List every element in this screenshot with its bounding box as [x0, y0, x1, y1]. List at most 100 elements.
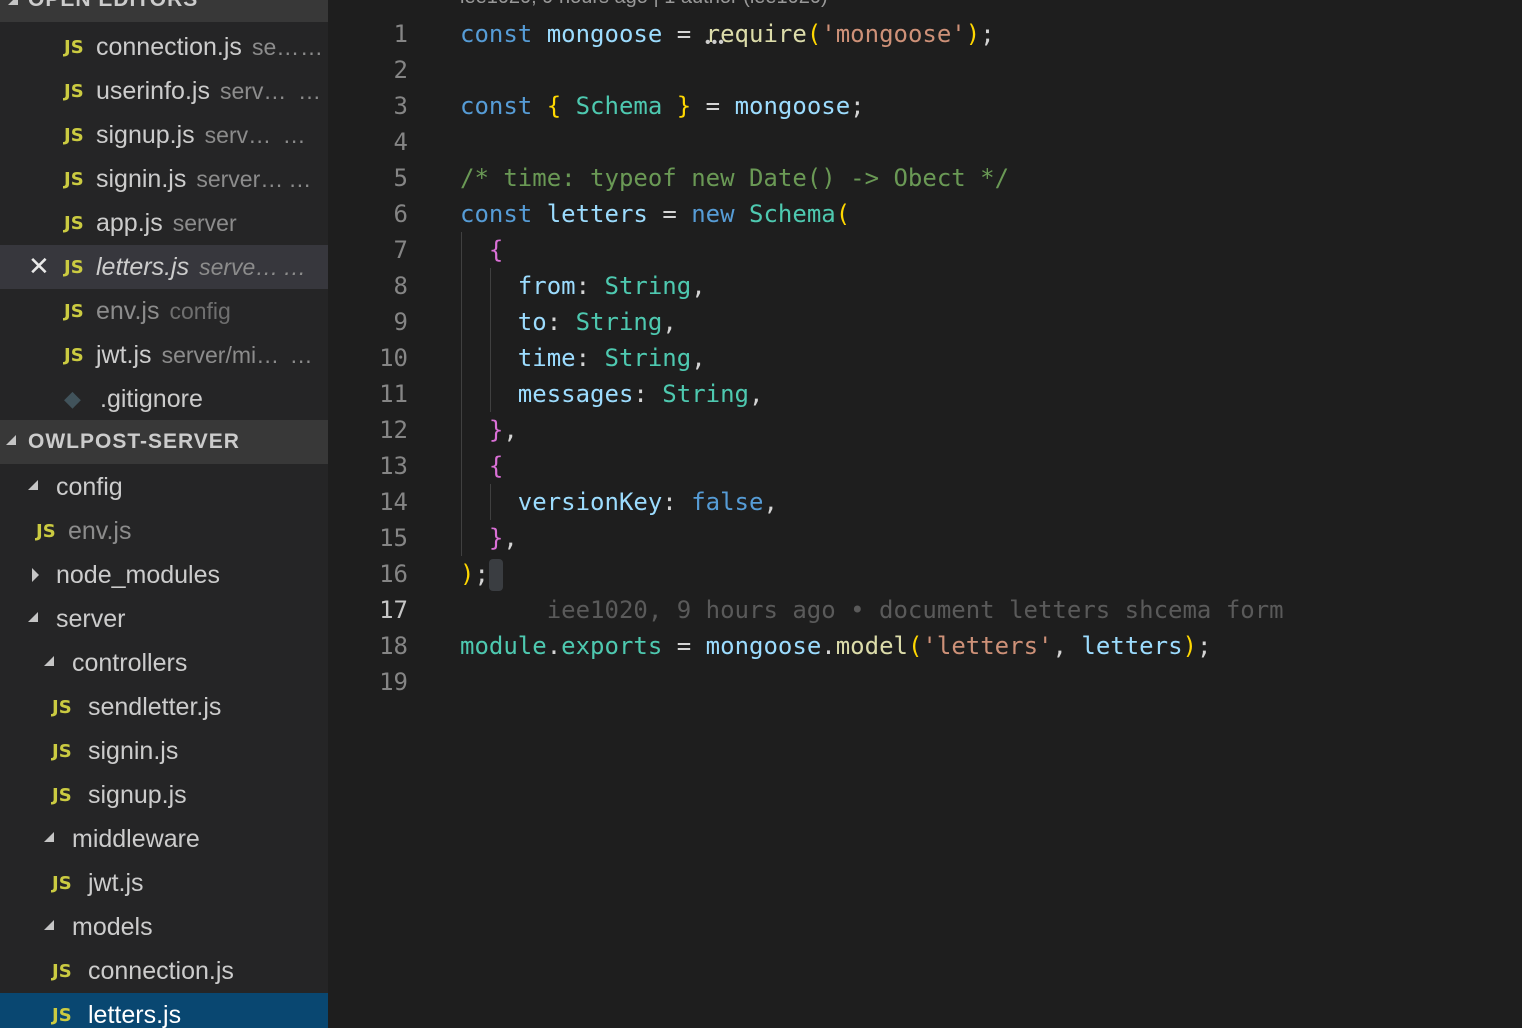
code-line-15[interactable]: }, — [460, 520, 518, 556]
line-number: 19 — [379, 668, 408, 696]
token: String — [604, 344, 692, 372]
token: time — [517, 344, 576, 372]
line-number: 16 — [379, 560, 408, 588]
file-signup[interactable]: JS signup.js — [0, 773, 328, 817]
folder-server[interactable]: server — [0, 597, 328, 641]
open-editor-signup[interactable]: JS signup.js server/controllers… — [0, 113, 328, 157]
js-file-icon: JS — [64, 168, 84, 190]
file-sendletter[interactable]: JS sendletter.js — [0, 685, 328, 729]
code-line-12[interactable]: }, — [460, 412, 518, 448]
open-editor-name: signup.js — [96, 120, 195, 149]
token: ; — [980, 20, 995, 48]
open-editor-desc: server/controllers — [204, 121, 283, 148]
js-file-icon: JS — [52, 960, 72, 982]
token: letters — [546, 200, 648, 228]
token: String — [604, 272, 692, 300]
expanded-folder-icon — [42, 830, 56, 844]
folder-config[interactable]: config — [0, 465, 328, 509]
open-editor-name: letters.js — [96, 252, 190, 281]
open-editor-letters[interactable]: ✕ JS letters.js server/models… — [0, 245, 328, 289]
close-icon[interactable]: ✕ — [28, 252, 50, 282]
open-editor-jwt[interactable]: JS jwt.js server/middleware… — [0, 333, 328, 377]
code-line-18[interactable]: module.exports = mongoose.model('letters… — [460, 628, 1211, 664]
open-editors-label: OPEN EDITORS — [28, 0, 198, 12]
token: , — [749, 380, 764, 408]
open-editor-connection[interactable]: JS connection.js server/models… — [0, 25, 328, 69]
folder-node-modules[interactable]: node_modules — [0, 553, 328, 597]
token: = — [676, 632, 692, 660]
code-line-1[interactable]: const mongoose = require('mongoose'); — [460, 16, 995, 52]
open-editors-header[interactable]: OPEN EDITORS — [0, 0, 328, 22]
folder-middleware[interactable]: middleware — [0, 817, 328, 861]
js-file-icon: JS — [64, 256, 84, 278]
token: ( — [835, 200, 851, 228]
file-connection[interactable]: JS connection.js — [0, 949, 328, 993]
code-line-6[interactable]: const letters = new Schema( — [460, 196, 850, 232]
file-name: letters.js — [88, 1000, 182, 1028]
open-editor-gitignore[interactable]: ◆ .gitignore — [0, 377, 328, 421]
open-editor-desc: server/controllers — [219, 77, 298, 104]
code-editor[interactable]: iee1020, 9 hours ago | 1 author (iee1020… — [328, 0, 1522, 1028]
token: const — [460, 92, 533, 120]
expanded-folder-icon — [42, 654, 56, 668]
open-editor-name: connection.js — [96, 32, 242, 61]
folder-name: models — [72, 912, 153, 941]
file-jwt[interactable]: JS jwt.js — [0, 861, 328, 905]
code-line-17[interactable]: iee1020, 9 hours ago • document letters … — [460, 592, 1284, 628]
line-number: 6 — [393, 200, 408, 228]
token: , — [763, 488, 778, 516]
expanded-folder-icon — [26, 610, 40, 624]
open-editor-signin[interactable]: JS signin.js server/controllers… — [0, 157, 328, 201]
code-line-9[interactable]: to: String, — [460, 304, 677, 340]
token: 'mongoose' — [821, 20, 966, 48]
token: : — [575, 272, 591, 300]
line-number: 1 — [393, 20, 408, 48]
hint-dots-icon[interactable]: ••• — [705, 34, 725, 52]
js-file-icon: JS — [64, 36, 84, 58]
token: : — [575, 344, 591, 372]
open-editor-userinfo[interactable]: JS userinfo.js server/controllers… — [0, 69, 328, 113]
code-line-7[interactable]: { — [460, 232, 503, 268]
code-line-10[interactable]: time: String, — [460, 340, 706, 376]
line-number: 9 — [393, 308, 408, 336]
code-line-11[interactable]: messages: String, — [460, 376, 764, 412]
folder-name: config — [56, 472, 123, 501]
folder-models[interactable]: models — [0, 905, 328, 949]
code-line-13[interactable]: { — [460, 448, 503, 484]
line-number: 12 — [379, 416, 408, 444]
token: { — [488, 452, 504, 480]
file-env[interactable]: JS env.js — [0, 509, 328, 553]
text-cursor — [488, 559, 503, 591]
token: , — [691, 344, 706, 372]
file-signin[interactable]: JS signin.js — [0, 729, 328, 773]
token: ) — [965, 20, 981, 48]
collapsed-folder-icon — [28, 568, 42, 582]
code-line-14[interactable]: versionKey: false, — [460, 484, 778, 520]
token: } — [676, 92, 692, 120]
token: ; — [1196, 632, 1212, 660]
comment: /* time: typeof new Date() -> Obect */ — [460, 164, 1010, 192]
token: to — [517, 308, 547, 336]
code-line-16[interactable]: ); — [460, 556, 503, 592]
code-line-3[interactable]: const { Schema } = mongoose; — [460, 88, 865, 124]
code-line-5[interactable]: /* time: typeof new Date() -> Obect */ — [460, 160, 1009, 196]
js-file-icon: JS — [64, 80, 84, 102]
open-editor-env[interactable]: JS env.js config — [0, 289, 328, 333]
token: String — [575, 308, 663, 336]
token: : — [633, 380, 648, 408]
token: } — [488, 524, 504, 552]
file-name: signup.js — [88, 780, 187, 809]
project-header[interactable]: OWLPOST-SERVER — [0, 420, 328, 464]
token: { — [488, 236, 504, 264]
file-letters-selected[interactable]: JS letters.js — [0, 993, 328, 1028]
js-file-icon: JS — [52, 784, 72, 806]
code-line-8[interactable]: from: String, — [460, 268, 706, 304]
folder-controllers[interactable]: controllers — [0, 641, 328, 685]
explorer-sidebar: OPEN EDITORS JS connection.js server/mod… — [0, 0, 328, 1028]
token: ( — [806, 20, 822, 48]
open-editor-desc: server/controllers — [196, 165, 289, 192]
codelens-blame[interactable]: iee1020, 9 hours ago | 1 author (iee1020… — [460, 0, 828, 9]
open-editor-app[interactable]: JS app.js server — [0, 201, 328, 245]
js-file-icon: JS — [64, 300, 84, 322]
line-number: 10 — [379, 344, 408, 372]
